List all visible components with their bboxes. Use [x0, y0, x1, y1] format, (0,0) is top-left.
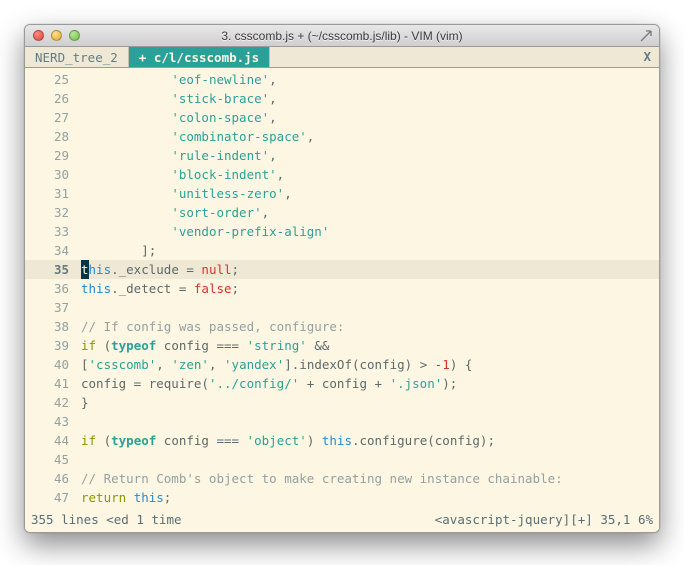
line-content[interactable]: config = require('../config/' + config +… — [81, 374, 659, 393]
line-content[interactable]: 'rule-indent', — [81, 146, 659, 165]
line-number: 27 — [25, 108, 81, 127]
line-number: 35 — [25, 260, 81, 279]
line-content[interactable]: 'combinator-space', — [81, 127, 659, 146]
line-content[interactable]: 'unitless-zero', — [81, 184, 659, 203]
line-number: 31 — [25, 184, 81, 203]
line-content[interactable]: 'eof-newline', — [81, 70, 659, 89]
code-line[interactable]: 33 'vendor-prefix-align' — [25, 222, 659, 241]
line-number: 29 — [25, 146, 81, 165]
code-line[interactable]: 34 ]; — [25, 241, 659, 260]
line-number: 43 — [25, 412, 81, 431]
code-line[interactable]: 40['csscomb', 'zen', 'yandex'].indexOf(c… — [25, 355, 659, 374]
code-line[interactable]: 32 'sort-order', — [25, 203, 659, 222]
code-line[interactable]: 41config = require('../config/' + config… — [25, 374, 659, 393]
line-content[interactable]: 'colon-space', — [81, 108, 659, 127]
code-line[interactable]: 29 'rule-indent', — [25, 146, 659, 165]
code-line[interactable]: 47return this; — [25, 488, 659, 507]
line-content[interactable] — [81, 450, 659, 469]
line-number: 37 — [25, 298, 81, 317]
window-title: 3. csscomb.js + (~/csscomb.js/lib) - VIM… — [25, 29, 659, 43]
line-number: 39 — [25, 336, 81, 355]
code-line[interactable]: 43 — [25, 412, 659, 431]
line-content[interactable] — [81, 412, 659, 431]
tab-close-button[interactable]: X — [270, 47, 659, 67]
buffer-tabbar: NERD_tree_2 + c/l/csscomb.js X — [25, 47, 659, 68]
line-number: 42 — [25, 393, 81, 412]
line-number: 47 — [25, 488, 81, 507]
line-number: 26 — [25, 89, 81, 108]
line-number: 41 — [25, 374, 81, 393]
line-content[interactable]: return this; — [81, 488, 659, 507]
line-number: 25 — [25, 70, 81, 89]
close-icon[interactable] — [33, 30, 44, 41]
code-line[interactable]: 31 'unitless-zero', — [25, 184, 659, 203]
line-number: 45 — [25, 450, 81, 469]
line-content[interactable]: 'block-indent', — [81, 165, 659, 184]
code-line[interactable]: 36this._detect = false; — [25, 279, 659, 298]
traffic-light-buttons — [25, 30, 80, 41]
vim-window: 3. csscomb.js + (~/csscomb.js/lib) - VIM… — [24, 24, 660, 533]
code-line[interactable]: 38// If config was passed, configure: — [25, 317, 659, 336]
line-content[interactable]: ]; — [81, 241, 659, 260]
zoom-icon[interactable] — [69, 30, 80, 41]
line-number: 36 — [25, 279, 81, 298]
line-content[interactable]: this._detect = false; — [81, 279, 659, 298]
editor-area: NERD_tree_2 + c/l/csscomb.js X 25 'eof-n… — [25, 47, 659, 532]
line-number: 34 — [25, 241, 81, 260]
line-content[interactable]: } — [81, 393, 659, 412]
line-content[interactable]: 'vendor-prefix-align' — [81, 222, 659, 241]
line-content[interactable]: ['csscomb', 'zen', 'yandex'].indexOf(con… — [81, 355, 659, 374]
line-number: 33 — [25, 222, 81, 241]
code-line[interactable]: 26 'stick-brace', — [25, 89, 659, 108]
code-line[interactable]: 37 — [25, 298, 659, 317]
code-view[interactable]: 25 'eof-newline',26 'stick-brace',27 'co… — [25, 68, 659, 509]
status-right: <avascript-jquery][+] 35,1 6% — [435, 510, 653, 529]
line-number: 46 — [25, 469, 81, 488]
line-number: 32 — [25, 203, 81, 222]
status-left: 355 lines <ed 1 time — [31, 510, 182, 529]
line-content[interactable]: // If config was passed, configure: — [81, 317, 659, 336]
tab-nerdtree[interactable]: NERD_tree_2 — [25, 47, 129, 67]
line-content[interactable]: 'stick-brace', — [81, 89, 659, 108]
titlebar[interactable]: 3. csscomb.js + (~/csscomb.js/lib) - VIM… — [25, 25, 659, 47]
tab-current-file[interactable]: + c/l/csscomb.js — [129, 47, 270, 67]
code-line[interactable]: 30 'block-indent', — [25, 165, 659, 184]
line-number: 44 — [25, 431, 81, 450]
code-line[interactable]: 45 — [25, 450, 659, 469]
code-line[interactable]: 42} — [25, 393, 659, 412]
line-content[interactable]: if (typeof config === 'string' && — [81, 336, 659, 355]
code-line[interactable]: 44if (typeof config === 'object') this.c… — [25, 431, 659, 450]
code-line[interactable]: 25 'eof-newline', — [25, 70, 659, 89]
line-number: 40 — [25, 355, 81, 374]
code-line[interactable]: 39if (typeof config === 'string' && — [25, 336, 659, 355]
line-content[interactable]: this._exclude = null; — [81, 260, 659, 279]
minimize-icon[interactable] — [51, 30, 62, 41]
code-line[interactable]: 28 'combinator-space', — [25, 127, 659, 146]
line-content[interactable]: 'sort-order', — [81, 203, 659, 222]
code-line[interactable]: 35this._exclude = null; — [25, 260, 659, 279]
line-number: 28 — [25, 127, 81, 146]
line-number: 38 — [25, 317, 81, 336]
code-line[interactable]: 27 'colon-space', — [25, 108, 659, 127]
line-content[interactable]: if (typeof config === 'object') this.con… — [81, 431, 659, 450]
code-line[interactable]: 46// Return Comb's object to make creati… — [25, 469, 659, 488]
resize-icon[interactable] — [639, 29, 653, 43]
line-number: 30 — [25, 165, 81, 184]
status-line: 355 lines <ed 1 time <avascript-jquery][… — [25, 509, 659, 532]
line-content[interactable] — [81, 298, 659, 317]
line-content[interactable]: // Return Comb's object to make creating… — [81, 469, 659, 488]
